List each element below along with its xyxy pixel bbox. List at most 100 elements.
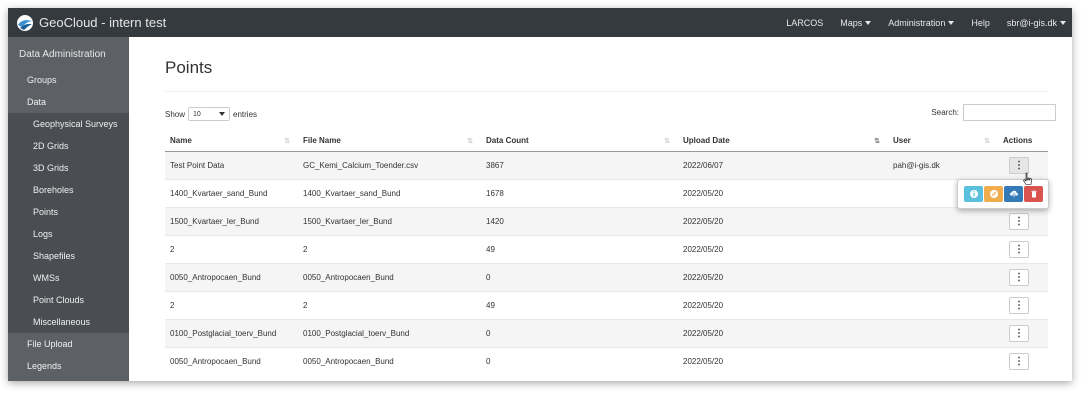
nav-item-label: Help: [971, 17, 990, 28]
nav-item-help[interactable]: Help: [971, 18, 990, 28]
row-actions-button[interactable]: ⋮: [1009, 324, 1029, 342]
cell-actions: ⋮: [998, 290, 1048, 319]
cell-user: [888, 262, 998, 291]
caret-down-icon: [1060, 20, 1066, 25]
column-header-label: Name: [170, 136, 192, 146]
entries-select[interactable]: 10: [188, 107, 231, 121]
cell-file: 1500_Kvartaer_ler_Bund: [298, 206, 481, 235]
more-vertical-icon: ⋮: [1014, 271, 1024, 283]
row-actions-button[interactable]: ⋮: [1009, 212, 1029, 230]
row-actions-button[interactable]: ⋮: [1009, 268, 1029, 286]
info-action-button[interactable]: [964, 186, 983, 202]
more-vertical-icon: ⋮: [1014, 159, 1024, 171]
cell-file: GC_Kemi_Calcium_Toender.csv: [298, 150, 481, 179]
cell-name: Test Point Data: [165, 150, 298, 179]
column-header-data-count[interactable]: Data Count ⇅: [481, 131, 678, 152]
column-header-actions: Actions: [998, 131, 1048, 152]
sidebar-item-data[interactable]: Data: [8, 91, 129, 113]
row-actions-button[interactable]: ⋮: [1009, 352, 1029, 370]
cell-name: 2: [165, 234, 298, 263]
cell-file: 2: [298, 234, 481, 263]
table-row: 0050_Antropocaen_Bund 0050_Antropocaen_Bu…: [165, 262, 1048, 291]
caret-down-icon: [948, 20, 955, 25]
column-header-user[interactable]: User ⇅: [888, 131, 998, 152]
cell-count: 1420: [481, 206, 678, 235]
trash-action-button[interactable]: [1024, 186, 1043, 202]
sidebar-item-2d-grids[interactable]: 2D Grids: [8, 135, 129, 157]
app-window: GeoCloud - intern test LARCOS Maps Adminis…: [8, 8, 1072, 381]
top-navbar: GeoCloud - intern test LARCOS Maps Adminis…: [8, 8, 1072, 37]
table-row: 0050_Antropocaen_Bund 0050_Antropocaen_Bu…: [165, 346, 1048, 375]
caret-down-icon: [865, 20, 872, 25]
cell-file: 0050_Antropocaen_Bund: [298, 262, 481, 291]
search-input[interactable]: [963, 104, 1056, 121]
sidebar-item-3d-grids[interactable]: 3D Grids: [8, 157, 129, 179]
column-header-file-name[interactable]: File Name ⇅: [298, 131, 481, 152]
more-vertical-icon: ⋮: [1014, 327, 1024, 339]
points-table: Name ⇅ File Name ⇅ Data Count ⇅ Upload Date ⇅ Us…: [165, 131, 1048, 375]
cell-count: 3867: [481, 150, 678, 179]
nav-item-maps[interactable]: Maps: [840, 18, 872, 28]
column-header-label: File Name: [303, 136, 341, 146]
cell-name: 0050_Antropocaen_Bund: [165, 346, 298, 375]
sidebar-header: Data Administration: [19, 49, 106, 60]
nav-item-label: sbr@i-gis.dk: [1006, 17, 1057, 28]
sort-icon: ⇅: [467, 138, 473, 145]
cell-file: 0050_Antropocaen_Bund: [298, 346, 481, 375]
cell-date: 2022/05/20: [678, 234, 888, 263]
navbar-menu: LARCOS Maps Administration Help sbr@i-gis.dk: [769, 18, 1072, 28]
sidebar-item-wmss[interactable]: WMSs: [8, 267, 129, 289]
cell-user: pah@i-gis.dk: [888, 150, 998, 179]
info-icon: [969, 190, 978, 198]
nav-item-sbr-i-gis-dk[interactable]: sbr@i-gis.dk: [1007, 18, 1066, 28]
table-row: 2 2 49 2022/05/20 ⋮: [165, 290, 1048, 319]
sidebar-item-geophysical-surveys[interactable]: Geophysical Surveys: [8, 113, 129, 135]
sidebar: Data Administration Groups Data Geophysic…: [8, 37, 129, 381]
edit-icon: [989, 190, 998, 198]
column-header-label: User: [893, 136, 911, 146]
cell-date: 2022/05/20: [678, 178, 888, 207]
sidebar-item-shapefiles[interactable]: Shapefiles: [8, 245, 129, 267]
cell-date: 2022/05/20: [678, 262, 888, 291]
row-actions-button[interactable]: ⋮: [1009, 240, 1029, 258]
title-divider: [165, 91, 1048, 92]
edit-action-button[interactable]: [984, 186, 1003, 202]
sidebar-item-groups[interactable]: Groups: [8, 69, 129, 91]
nav-item-larcos[interactable]: LARCOS: [786, 18, 823, 28]
upload-action-button[interactable]: [1004, 186, 1023, 202]
column-header-name[interactable]: Name ⇅: [165, 131, 298, 152]
cell-user: [888, 346, 998, 375]
sidebar-bottom-items: File Upload Legends: [8, 333, 129, 377]
table-row: 0100_Postglacial_toerv_Bund 0100_Postglac…: [165, 318, 1048, 347]
column-header-label: Actions: [1003, 136, 1033, 146]
mouse-cursor-icon: [1023, 172, 1032, 185]
cell-count: 49: [481, 290, 678, 319]
cell-count: 0: [481, 346, 678, 375]
sidebar-item-miscellaneous[interactable]: Miscellaneous: [8, 311, 129, 333]
table-body: Test Point Data GC_Kemi_Calcium_Toender.c…: [165, 150, 1048, 375]
entries-control: Show 10 entries: [165, 107, 257, 121]
cell-actions: ⋮: [998, 262, 1048, 291]
sidebar-item-boreholes[interactable]: Boreholes: [8, 179, 129, 201]
nav-item-administration[interactable]: Administration: [888, 18, 955, 28]
cell-date: 2022/05/20: [678, 290, 888, 319]
upload-icon: [1009, 190, 1018, 198]
sidebar-item-logs[interactable]: Logs: [8, 223, 129, 245]
cell-date: 2022/05/20: [678, 346, 888, 375]
brand[interactable]: GeoCloud - intern test: [8, 14, 166, 32]
cell-count: 0: [481, 318, 678, 347]
sidebar-item-point-clouds[interactable]: Point Clouds: [8, 289, 129, 311]
sidebar-top-items: Groups Data: [8, 69, 129, 113]
row-actions-button[interactable]: ⋮: [1009, 296, 1029, 314]
sidebar-item-points[interactable]: Points: [8, 201, 129, 223]
column-header-upload-date[interactable]: Upload Date ⇅: [678, 131, 888, 152]
sort-icon: ⇅: [984, 138, 990, 145]
row-actions-button[interactable]: ⋮: [1009, 156, 1029, 174]
cell-name: 2: [165, 290, 298, 319]
sidebar-item-legends[interactable]: Legends: [8, 355, 129, 377]
sidebar-item-file-upload[interactable]: File Upload: [8, 333, 129, 355]
cell-user: [888, 318, 998, 347]
more-vertical-icon: ⋮: [1014, 355, 1024, 367]
column-header-label: Data Count: [486, 136, 529, 146]
more-vertical-icon: ⋮: [1014, 215, 1024, 227]
